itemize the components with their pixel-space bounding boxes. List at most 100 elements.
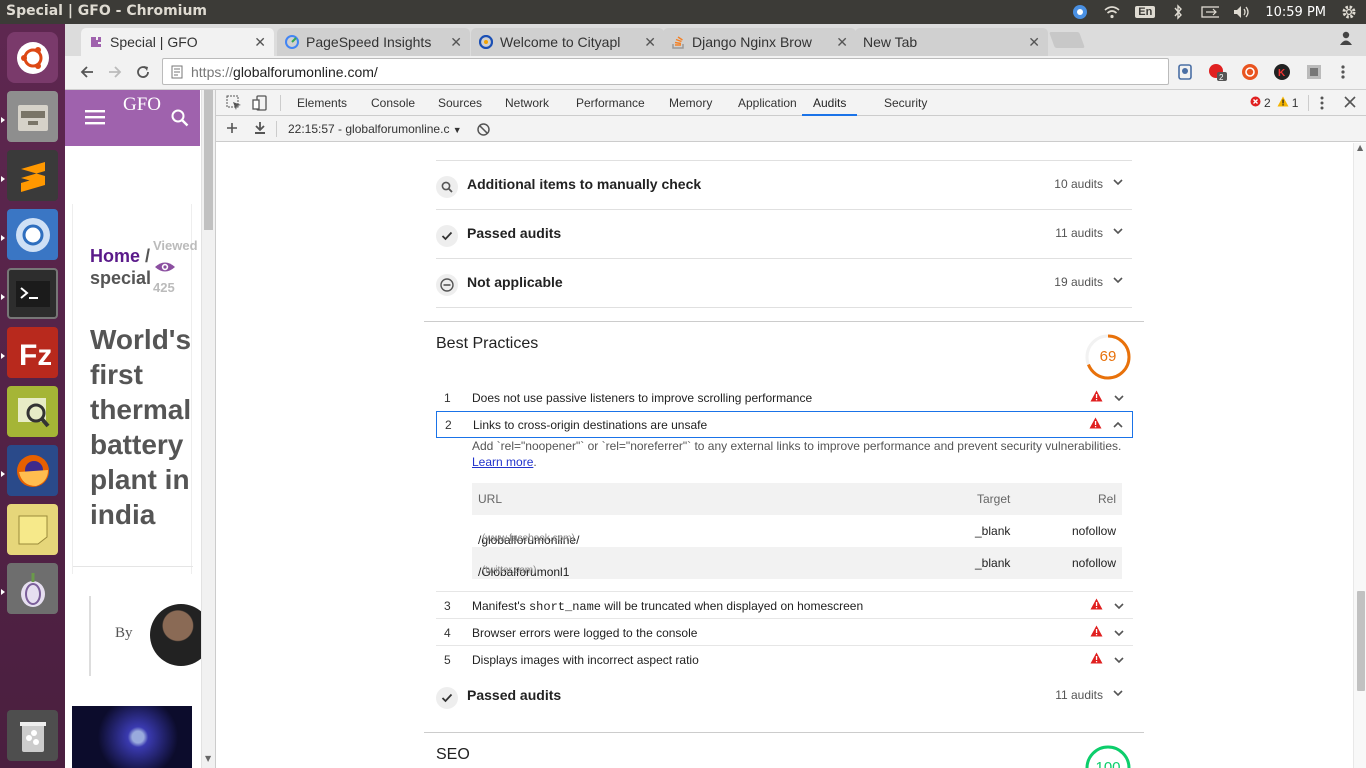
error-extension-icon[interactable]: 2: [1207, 62, 1227, 82]
table-row: /Globalforumonl1 (twitter.com) _blank no…: [472, 547, 1122, 579]
devtools-tab-sources[interactable]: Sources: [438, 90, 482, 116]
tab-cityapl[interactable]: Welcome to Cityapl ✕: [471, 28, 664, 56]
sticky-notes-icon[interactable]: [7, 504, 58, 555]
warning-icon: [1277, 96, 1289, 110]
url-host: (www.facebook.com): [482, 533, 575, 544]
extension-icon[interactable]: [1175, 62, 1195, 82]
chevron-down-icon: [1114, 395, 1124, 402]
viewed-count: 425: [153, 280, 175, 295]
devtools-tab-memory[interactable]: Memory: [669, 90, 712, 116]
devtools-tab-security[interactable]: Security: [884, 90, 927, 116]
group-title: Additional items to manually check: [467, 176, 702, 192]
close-devtools-icon[interactable]: [1344, 96, 1356, 111]
close-tab-icon[interactable]: ✕: [836, 34, 848, 51]
site-search-icon[interactable]: [171, 109, 189, 131]
close-tab-icon[interactable]: ✕: [1028, 34, 1040, 51]
audit-title-pre: Manifest's: [472, 599, 529, 613]
issues-counter[interactable]: 2 1: [1250, 96, 1298, 110]
devtools-tab-application[interactable]: Application: [738, 90, 797, 116]
close-tab-icon[interactable]: ✕: [450, 34, 462, 51]
puzzle-favicon-icon: [89, 35, 103, 49]
article-thumbnail[interactable]: [72, 706, 192, 768]
group-title: Passed audits: [467, 687, 562, 703]
battery-icon[interactable]: [1201, 4, 1220, 20]
volume-icon[interactable]: [1233, 4, 1251, 20]
trash-icon[interactable]: [7, 710, 58, 761]
learn-more-link[interactable]: Learn more: [472, 455, 533, 469]
web-page-viewport: GFO Home / special Viewed 425 World's fi…: [65, 90, 215, 768]
audit-row[interactable]: 4 Browser errors were logged to the cons…: [436, 618, 1133, 645]
ubuntu-dash-icon[interactable]: [7, 32, 58, 83]
group-not-applicable[interactable]: Not applicable 19 audits: [436, 260, 1132, 308]
headline-line: india: [90, 499, 156, 530]
breadcrumb-home[interactable]: Home: [90, 246, 140, 266]
report-scrollbar[interactable]: ▲: [1353, 143, 1366, 768]
close-tab-icon[interactable]: ✕: [254, 34, 266, 51]
article-card: Home / special Viewed 425 World's first …: [72, 204, 198, 574]
settings-gear-icon[interactable]: [1340, 4, 1358, 20]
site-logo[interactable]: GFO: [123, 94, 161, 116]
firefox-icon[interactable]: [7, 445, 58, 496]
audit-row[interactable]: 5 Displays images with incorrect aspect …: [436, 645, 1133, 672]
filezilla-icon[interactable]: Fz: [7, 327, 58, 378]
devtools-tab-elements[interactable]: Elements: [297, 90, 347, 116]
device-toolbar-icon[interactable]: [252, 95, 268, 114]
new-audit-icon[interactable]: [226, 122, 238, 137]
new-tab-button[interactable]: [1049, 32, 1085, 48]
devtools-tab-console[interactable]: Console: [371, 90, 415, 116]
terminal-icon[interactable]: [7, 268, 58, 319]
address-bar[interactable]: https://globalforumonline.com/: [162, 58, 1169, 85]
devtools-panel: Elements Console Sources Network Perform…: [215, 90, 1366, 768]
k-extension-icon[interactable]: K: [1272, 62, 1292, 82]
browser-menu-icon[interactable]: [1333, 62, 1353, 82]
error-count: 2: [1264, 96, 1271, 110]
clock[interactable]: 10:59 PM: [1265, 5, 1326, 20]
forward-button[interactable]: [105, 62, 125, 82]
inspect-element-icon[interactable]: [226, 95, 242, 114]
headline-line: battery: [90, 429, 184, 460]
audit-number: 4: [444, 626, 451, 640]
puzzle-extension-icon[interactable]: [1304, 62, 1324, 82]
page-scrollbar[interactable]: ▼: [201, 90, 215, 768]
wifi-icon[interactable]: [1103, 4, 1121, 20]
audit-row[interactable]: 1 Does not use passive listeners to impr…: [436, 384, 1133, 411]
tor-browser-icon[interactable]: [7, 563, 58, 614]
os-top-bar: Special | GFO - Chromium En 10:59 PM: [0, 0, 1366, 24]
audits-toolbar: 22:15:57 - globalforumonline.c ▼: [216, 116, 1366, 142]
score-value: 100: [1095, 759, 1121, 768]
sublime-text-icon[interactable]: [7, 150, 58, 201]
page-info-icon[interactable]: [171, 65, 183, 79]
group-passed-audits[interactable]: Passed audits 11 audits: [436, 211, 1132, 259]
profile-icon[interactable]: [1338, 30, 1354, 50]
audit-row[interactable]: 3 Manifest's short_name will be truncate…: [436, 591, 1133, 618]
devtools-tab-performance[interactable]: Performance: [576, 90, 645, 116]
viewed-label: Viewed: [153, 238, 198, 253]
group-passed-audits-best-practices[interactable]: Passed audits 11 audits: [436, 673, 1132, 721]
devtools-menu-icon[interactable]: [1320, 96, 1324, 113]
tab-special-gfo[interactable]: Special | GFO ✕: [81, 28, 274, 56]
close-tab-icon[interactable]: ✕: [644, 34, 656, 51]
tab-pagespeed[interactable]: PageSpeed Insights ✕: [277, 28, 470, 56]
keyboard-layout-indicator[interactable]: En: [1135, 6, 1156, 18]
group-title: Not applicable: [467, 274, 563, 290]
bluetooth-icon[interactable]: [1169, 4, 1187, 20]
tab-django-nginx[interactable]: Django Nginx Brow ✕: [663, 28, 856, 56]
files-icon[interactable]: [7, 91, 58, 142]
report-selector[interactable]: 22:15:57 - globalforumonline.c ▼: [288, 116, 462, 142]
audit-number: 1: [444, 391, 451, 405]
reload-button[interactable]: [133, 62, 153, 82]
devtools-tab-audits[interactable]: Audits: [802, 90, 858, 116]
hamburger-menu-icon[interactable]: [85, 110, 105, 130]
audit-row-expanded[interactable]: 2 Links to cross-origin destinations are…: [436, 411, 1133, 438]
ubuntu-extension-icon[interactable]: [1240, 62, 1260, 82]
back-button[interactable]: [77, 62, 97, 82]
svg-text:K: K: [1278, 68, 1286, 79]
download-report-icon[interactable]: [254, 121, 266, 138]
chromium-indicator-icon[interactable]: [1071, 4, 1089, 20]
devtools-tab-network[interactable]: Network: [505, 90, 549, 116]
clear-reports-icon[interactable]: [477, 123, 490, 139]
tab-new-tab[interactable]: New Tab ✕: [855, 28, 1048, 56]
system-monitor-icon[interactable]: [7, 386, 58, 437]
chromium-launcher-icon[interactable]: [7, 209, 58, 260]
group-manual-checks[interactable]: Additional items to manually check 10 au…: [436, 162, 1132, 210]
